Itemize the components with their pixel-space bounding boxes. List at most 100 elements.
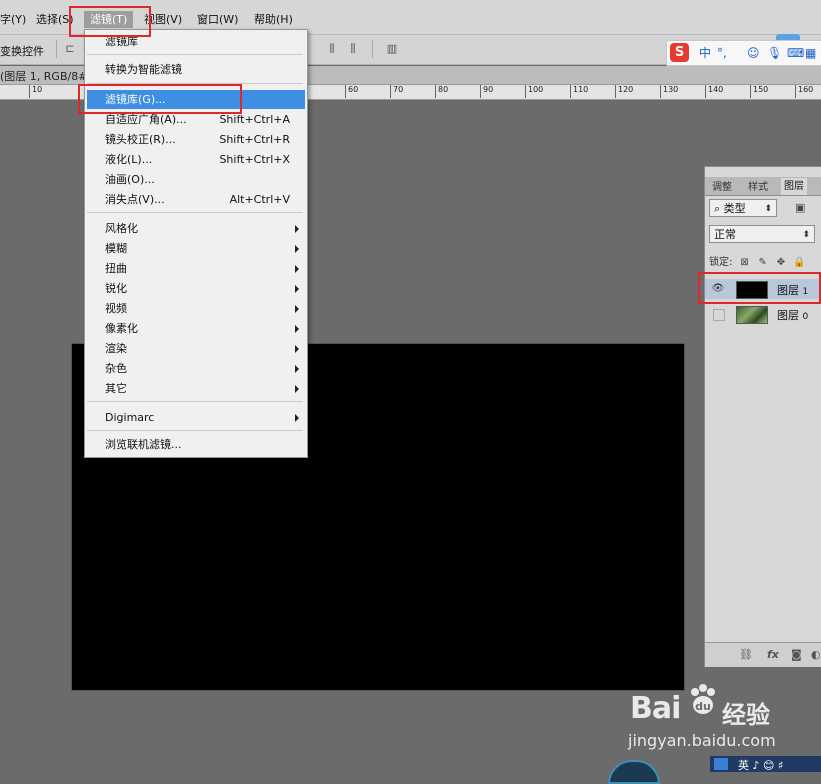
ruler-tick: 140 (705, 85, 723, 98)
menu-separator (87, 54, 303, 55)
menu-item-noise[interactable]: 杂色 (85, 359, 307, 378)
taskbar: 英 ♪ 😊 ♯ (710, 756, 821, 772)
ruler-tick: 120 (615, 85, 633, 98)
submenu-arrow-icon (295, 265, 299, 273)
annotation-box-filter-gallery (78, 84, 242, 114)
menu-item-other[interactable]: 其它 (85, 379, 307, 398)
taskbar-text: 英 ♪ 😊 ♯ (738, 759, 784, 772)
menu-item-sharpen[interactable]: 锐化 (85, 279, 307, 298)
baidu-watermark: Bai du 经验 jingyan.baidu.com (604, 683, 804, 753)
baidu-paw-icon: du (691, 684, 715, 714)
menu-select[interactable]: 选择(S) (36, 12, 74, 27)
panel-footer: ⛓ fx ◙ ◐ (705, 642, 821, 667)
ruler-tick: 70 (390, 85, 403, 98)
menu-item-lens-correction[interactable]: 镜头校正(R)... Shift+Ctrl+R (85, 130, 307, 149)
lock-move-icon[interactable]: ✥ (775, 257, 787, 268)
layers-panel: 调整 样式 图层 ⌕ 类型 ⬍ ▣ 正常 ⬍ 锁定: ⊠ ✎ ✥ 🔒 👁 图层 … (704, 166, 821, 667)
menu-separator (87, 212, 303, 213)
submenu-arrow-icon (295, 345, 299, 353)
menu-item-digimarc[interactable]: Digimarc (85, 408, 307, 427)
watermark-cn: 经验 (722, 701, 770, 729)
tab-adjustments[interactable]: 调整 (709, 180, 735, 195)
annotation-box-layer-1 (698, 272, 821, 304)
menu-item-browse-filters-online[interactable]: 浏览联机滤镜... (85, 435, 307, 454)
filter-kind-select[interactable]: ⌕ 类型 ⬍ (709, 199, 777, 217)
submenu-arrow-icon (295, 365, 299, 373)
ime-toolbar: S 中 °, ☺ 🎙 ⌨ ▦ (666, 40, 821, 66)
distribute-horizontal-icon[interactable]: ▥ (386, 42, 398, 56)
menu-item-blur[interactable]: 模糊 (85, 239, 307, 258)
grid-icon[interactable]: ▦ (805, 45, 816, 61)
menu-item-oil-paint[interactable]: 油画(O)... (85, 170, 307, 189)
menu-window[interactable]: 窗口(W) (197, 12, 238, 27)
search-icon: ⌕ (714, 202, 721, 215)
tab-styles[interactable]: 样式 (745, 180, 771, 195)
microphone-icon[interactable]: 🎙 (767, 45, 782, 61)
ruler-tick: 60 (345, 85, 358, 98)
layer-thumbnail (736, 306, 768, 324)
ruler-tick: 10 (29, 85, 42, 98)
layer-name: 图层 0 (777, 309, 809, 322)
ruler-tick: 90 (480, 85, 493, 98)
ruler-tick: 80 (435, 85, 448, 98)
submenu-arrow-icon (295, 385, 299, 393)
sogou-logo-icon[interactable]: S (670, 43, 689, 62)
keyboard-icon[interactable]: ⌨ (787, 45, 804, 61)
menu-separator (87, 430, 303, 431)
ruler-tick: 100 (525, 85, 543, 98)
app-icon[interactable] (714, 758, 728, 770)
ruler-tick: 160 (795, 85, 813, 98)
lock-transparent-icon[interactable]: ⊠ (739, 257, 751, 268)
lock-brush-icon[interactable]: ✎ (757, 257, 769, 268)
menu-item-distort[interactable]: 扭曲 (85, 259, 307, 278)
menu-item-render[interactable]: 渲染 (85, 339, 307, 358)
menu-item-video[interactable]: 视频 (85, 299, 307, 318)
options-separator (56, 40, 57, 58)
chevron-updown-icon: ⬍ (802, 230, 810, 240)
menu-item-vanishing-point[interactable]: 消失点(V)... Alt+Ctrl+V (85, 190, 307, 209)
ruler-tick: 130 (660, 85, 678, 98)
blend-mode-select[interactable]: 正常 ⬍ (709, 225, 815, 243)
transform-controls-label[interactable]: 变换控件 (0, 43, 44, 59)
blend-mode-value: 正常 (714, 228, 736, 241)
filter-kind-value: 类型 (723, 202, 746, 215)
link-icon[interactable]: ⛓ (739, 648, 753, 661)
watermark-brand: Bai (630, 691, 681, 726)
fx-button[interactable]: fx (767, 648, 779, 661)
chevron-updown-icon: ⬍ (764, 204, 772, 214)
ruler-tick: 150 (750, 85, 768, 98)
menu-item-pixelate[interactable]: 像素化 (85, 319, 307, 338)
tab-layers[interactable]: 图层 (781, 178, 807, 195)
layer-row[interactable]: 图层 0 (705, 304, 821, 324)
align-left-icon[interactable]: ⊏ (64, 42, 76, 56)
ime-punct[interactable]: °, (717, 45, 727, 61)
floating-widget[interactable] (608, 760, 660, 784)
distribute-icon[interactable]: ⫼ (347, 42, 359, 56)
menu-type[interactable]: 字(Y) (0, 12, 26, 27)
adjustment-icon[interactable]: ◐ (811, 648, 821, 661)
align-bottom-icon[interactable]: ⫼ (326, 42, 338, 56)
menu-item-liquify[interactable]: 液化(L)... Shift+Ctrl+X (85, 150, 307, 169)
annotation-box-filter-menu (69, 6, 151, 37)
visibility-toggle[interactable] (713, 309, 725, 321)
menu-separator (87, 401, 303, 402)
lock-icon[interactable]: 🔒 (793, 257, 805, 268)
ruler-tick: 110 (570, 85, 588, 98)
menu-item-convert-smart-filter[interactable]: 转换为智能滤镜 (85, 60, 307, 79)
submenu-arrow-icon (295, 245, 299, 253)
options-separator (372, 40, 373, 58)
submenu-arrow-icon (295, 285, 299, 293)
document-title: (图层 1, RGB/8# (0, 70, 88, 83)
submenu-arrow-icon (295, 305, 299, 313)
ime-mode[interactable]: 中 (699, 45, 711, 61)
panel-tabs: 调整 样式 图层 (705, 177, 821, 196)
emoji-icon[interactable]: ☺ (747, 45, 760, 61)
menu-item-stylize[interactable]: 风格化 (85, 219, 307, 238)
menu-help[interactable]: 帮助(H) (254, 12, 293, 27)
lock-row: 锁定: ⊠ ✎ ✥ 🔒 (709, 253, 806, 268)
submenu-arrow-icon (295, 325, 299, 333)
watermark-url: jingyan.baidu.com (628, 731, 776, 750)
image-filter-icon[interactable]: ▣ (795, 201, 805, 214)
submenu-arrow-icon (295, 414, 299, 422)
mask-icon[interactable]: ◙ (791, 648, 802, 661)
